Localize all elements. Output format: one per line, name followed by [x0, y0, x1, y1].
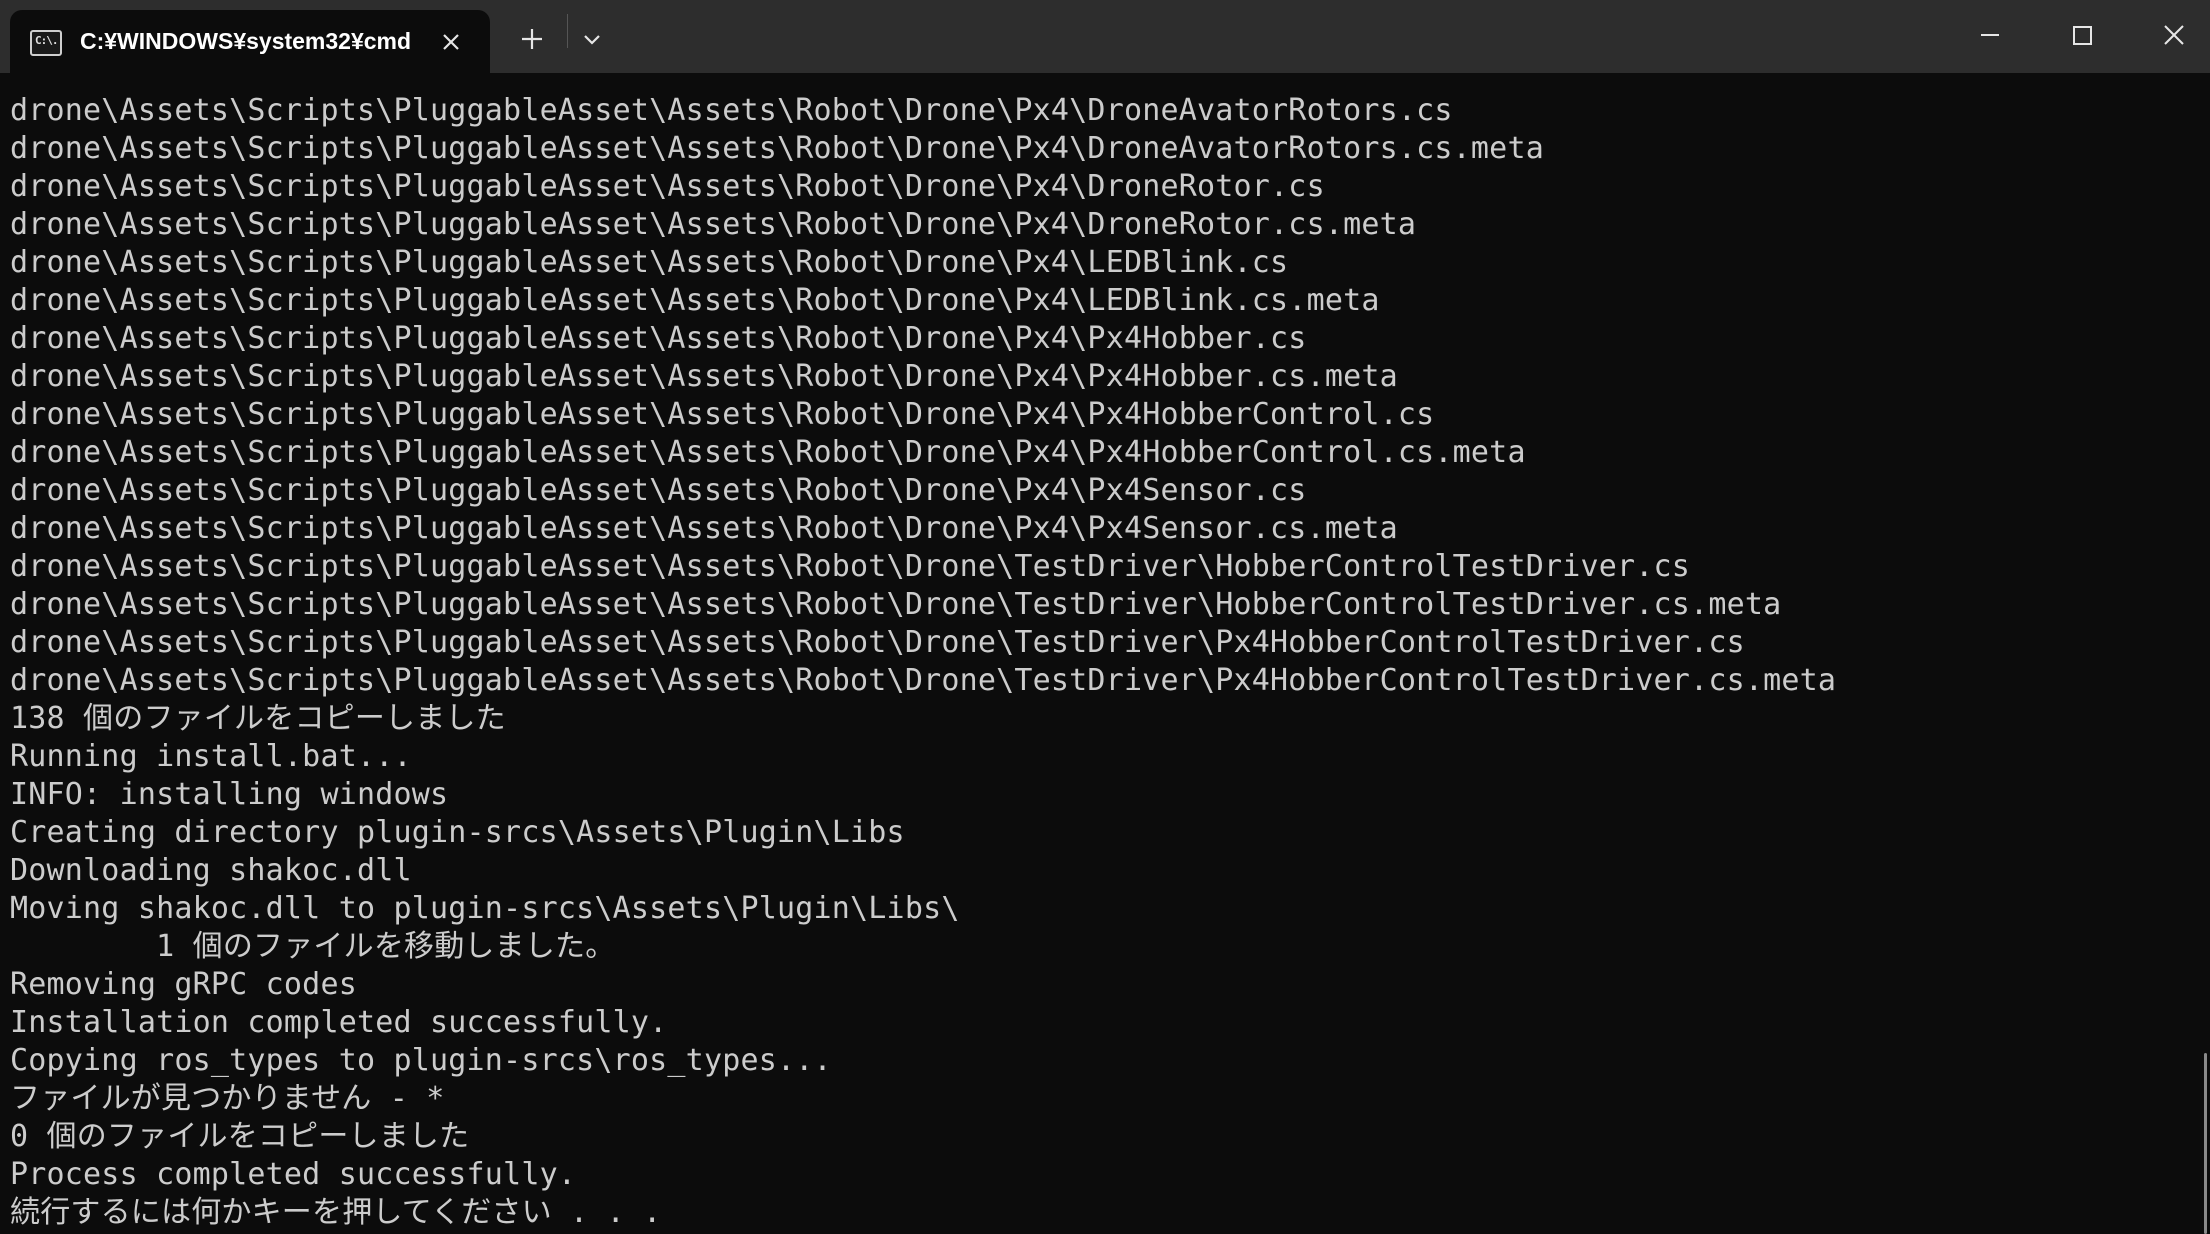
console-line: drone\Assets\Scripts\PluggableAsset\Asse… — [10, 131, 1544, 166]
vertical-scrollbar[interactable] — [2200, 73, 2210, 1234]
console-line: Downloading shakoc.dll — [10, 853, 412, 888]
minimize-icon[interactable] — [1970, 15, 2010, 55]
console-line: drone\Assets\Scripts\PluggableAsset\Asse… — [10, 435, 1526, 470]
maximize-icon[interactable] — [2062, 15, 2102, 55]
console-line: 1 個のファイルを移動しました。 — [10, 929, 616, 964]
console-line: Running install.bat... — [10, 739, 412, 774]
console-line: drone\Assets\Scripts\PluggableAsset\Asse… — [10, 169, 1325, 204]
chevron-down-icon[interactable] — [578, 27, 606, 53]
close-tab-icon[interactable] — [436, 27, 466, 57]
console-line: drone\Assets\Scripts\PluggableAsset\Asse… — [10, 397, 1435, 432]
console-line: Creating directory plugin-srcs\Assets\Pl… — [10, 815, 905, 850]
console-line: drone\Assets\Scripts\PluggableAsset\Asse… — [10, 549, 1691, 584]
console-line: drone\Assets\Scripts\PluggableAsset\Asse… — [10, 321, 1307, 356]
console-lines: drone\Assets\Scripts\PluggableAsset\Asse… — [10, 92, 1836, 1232]
console-line: drone\Assets\Scripts\PluggableAsset\Asse… — [10, 283, 1380, 318]
new-tab-icon[interactable] — [517, 24, 547, 54]
command-prompt-icon: C:\. — [30, 30, 62, 56]
console-line: 続行するには何かキーを押してください . . . — [10, 1195, 662, 1230]
console-line: Removing gRPC codes — [10, 967, 357, 1002]
console-line: drone\Assets\Scripts\PluggableAsset\Asse… — [10, 245, 1289, 280]
console-line: drone\Assets\Scripts\PluggableAsset\Asse… — [10, 473, 1307, 508]
console-line: ファイルが見つかりません - * — [10, 1081, 445, 1116]
title-bar: C:\. C:¥WINDOWS¥system32¥cmd — [0, 0, 2210, 73]
console-line: Copying ros_types to plugin-srcs\ros_typ… — [10, 1043, 832, 1078]
console-line: drone\Assets\Scripts\PluggableAsset\Asse… — [10, 663, 1837, 698]
console-line: INFO: installing windows — [10, 777, 449, 812]
console-line: drone\Assets\Scripts\PluggableAsset\Asse… — [10, 587, 1782, 622]
console-line: drone\Assets\Scripts\PluggableAsset\Asse… — [10, 207, 1417, 242]
console-line: drone\Assets\Scripts\PluggableAsset\Asse… — [10, 625, 1745, 660]
console-line: Installation completed successfully. — [10, 1005, 668, 1040]
tab-title: C:¥WINDOWS¥system32¥cmd — [80, 28, 412, 54]
console-line: drone\Assets\Scripts\PluggableAsset\Asse… — [10, 359, 1398, 394]
console-line: Process completed successfully. — [10, 1157, 577, 1192]
console-line: Moving shakoc.dll to plugin-srcs\Assets\… — [10, 891, 960, 926]
close-window-icon[interactable] — [2154, 15, 2194, 55]
console-line: drone\Assets\Scripts\PluggableAsset\Asse… — [10, 511, 1398, 546]
tab-cmd[interactable]: C:\. C:¥WINDOWS¥system32¥cmd — [10, 10, 490, 73]
console-line: drone\Assets\Scripts\PluggableAsset\Asse… — [10, 93, 1453, 128]
tab-divider — [567, 14, 568, 48]
console-line: 138 個のファイルをコピーしました — [10, 701, 506, 736]
terminal-window: C:\. C:¥WINDOWS¥system32¥cmd drone\Asset… — [0, 0, 2210, 1234]
console-line: 0 個のファイルをコピーしました — [10, 1119, 470, 1154]
scrollbar-thumb[interactable] — [2204, 1053, 2207, 1234]
console-output[interactable]: drone\Assets\Scripts\PluggableAsset\Asse… — [0, 73, 2196, 1234]
